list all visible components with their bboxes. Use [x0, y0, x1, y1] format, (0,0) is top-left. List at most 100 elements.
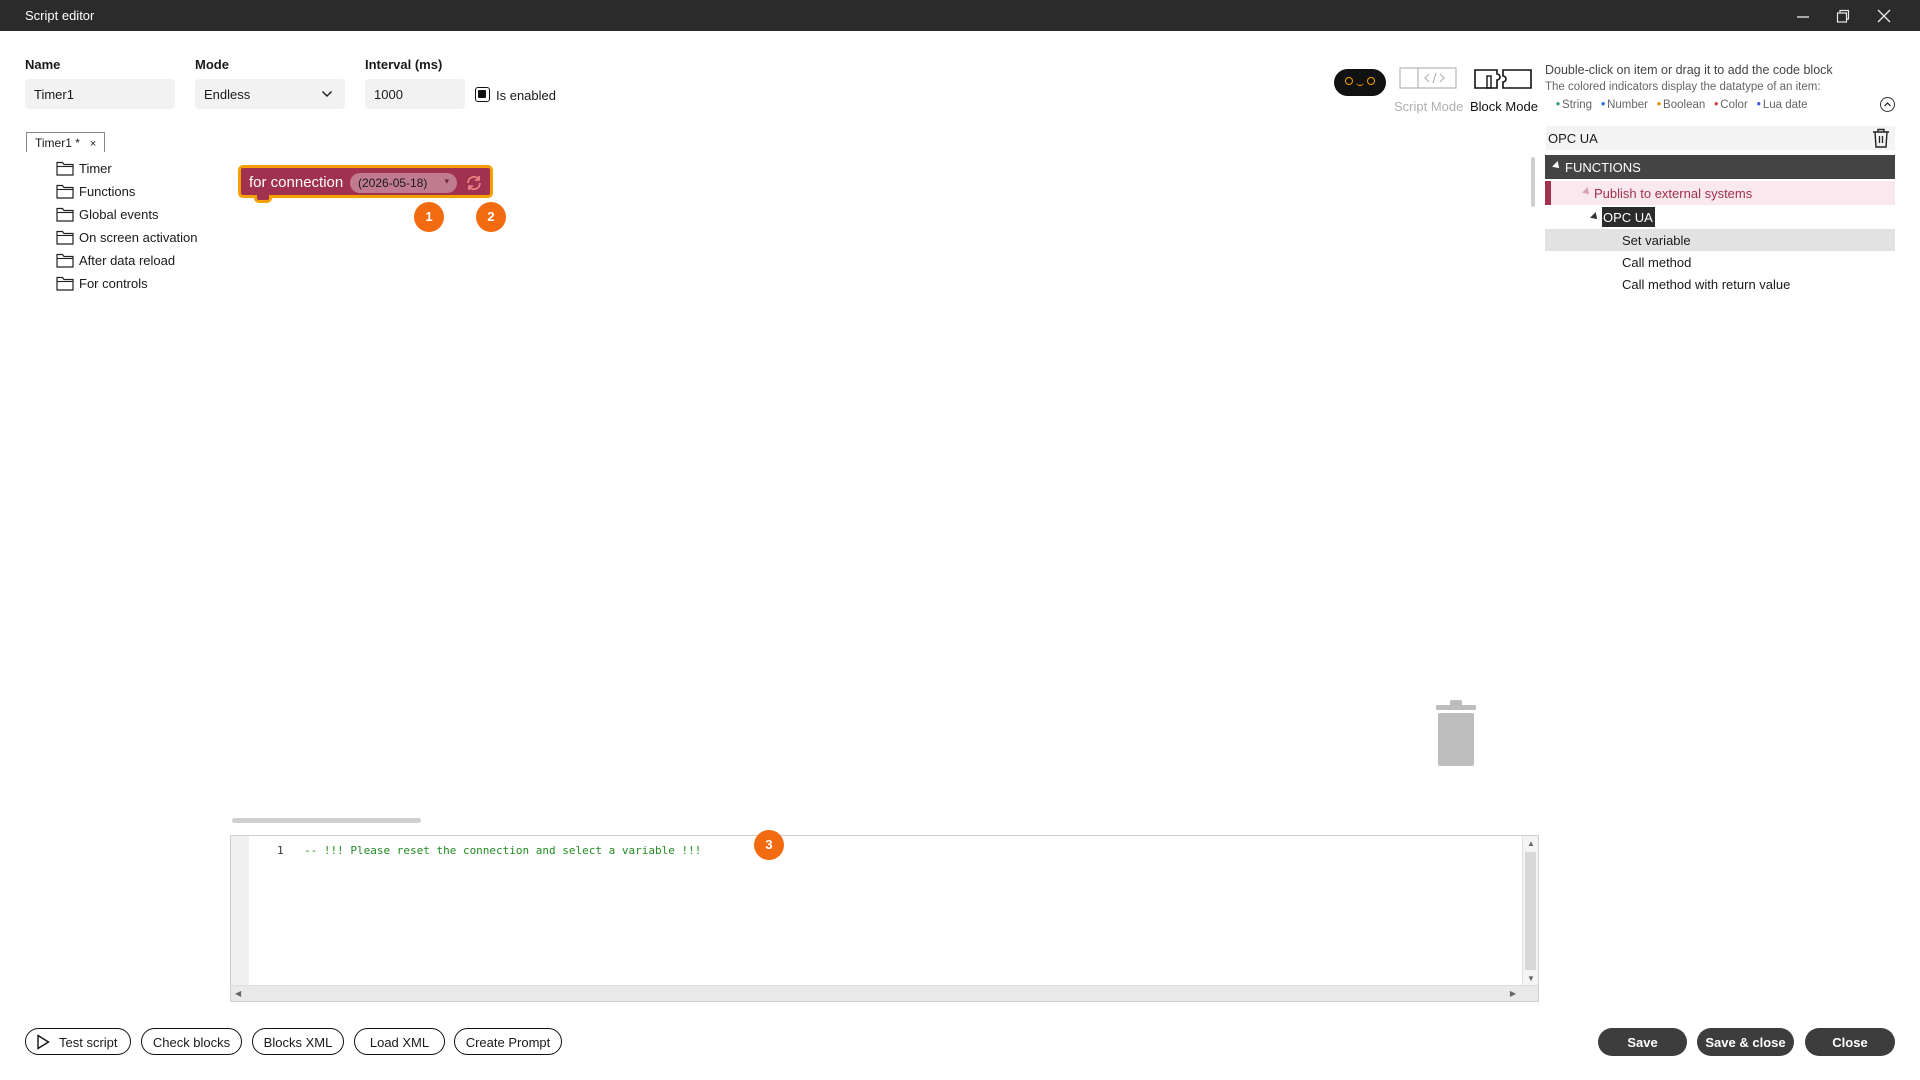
block-label: for connection	[249, 174, 344, 191]
function-item-label: Set variable	[1622, 233, 1691, 248]
scroll-down-arrow-icon[interactable]: ▼	[1527, 974, 1535, 983]
enabled-label: Is enabled	[496, 88, 556, 103]
folder-icon	[56, 207, 74, 222]
hint-text: Double-click on item or drag it to add t…	[1545, 63, 1833, 77]
tree-item-label: Global events	[79, 206, 159, 222]
tree-item-functions[interactable]: Functions	[56, 181, 135, 201]
opc-ua-label: OPC UA	[1603, 210, 1653, 225]
tree-item-timer[interactable]: Timer	[56, 158, 112, 178]
functions-category[interactable]: FUNCTIONS	[1545, 155, 1895, 179]
connection-dropdown[interactable]: (2026-05-18) ▾	[350, 173, 457, 193]
play-icon	[37, 1034, 50, 1050]
workspace-vertical-scrollbar[interactable]	[1531, 157, 1535, 207]
expand-triangle-icon	[1552, 161, 1562, 171]
name-value: Timer1	[34, 87, 74, 102]
scroll-up-arrow-icon[interactable]: ▲	[1527, 839, 1535, 848]
folder-icon	[56, 276, 74, 291]
save-button[interactable]: Save	[1598, 1028, 1687, 1056]
minimize-button[interactable]	[1783, 3, 1823, 29]
function-item-call-method-with-return-value[interactable]: Call method with return value	[1545, 273, 1895, 295]
function-search-value: OPC UA	[1548, 131, 1598, 146]
datatype-label: Color	[1720, 99, 1748, 111]
datatype-label: String	[1562, 99, 1593, 111]
chevron-down-icon	[321, 90, 333, 98]
code-editor[interactable]: 1 -- !!! Please reset the connection and …	[230, 835, 1539, 1002]
folder-icon	[56, 184, 74, 199]
close-button[interactable]: Close	[1805, 1028, 1895, 1056]
block-mode-button[interactable]	[1473, 66, 1535, 98]
interval-field[interactable]: 1000	[365, 79, 465, 109]
datatype-string: • String	[1556, 99, 1592, 111]
editor-vertical-scrollbar[interactable]: ▲ ▼	[1522, 836, 1538, 986]
tree-item-for-controls[interactable]: For controls	[56, 273, 148, 293]
refresh-icon[interactable]	[463, 172, 485, 194]
enabled-checkbox[interactable]	[475, 87, 490, 102]
load-xml-button[interactable]: Load XML	[354, 1028, 445, 1055]
clear-search-trash-icon[interactable]	[1872, 128, 1890, 148]
interval-value: 1000	[374, 87, 403, 102]
datatype-dot-icon: •	[1657, 99, 1662, 111]
block-mode-label: Block Mode	[1470, 99, 1538, 114]
function-item-set-variable[interactable]: Set variable	[1545, 229, 1895, 251]
for-connection-block[interactable]: for connection (2026-05-18) ▾	[238, 165, 493, 198]
datatype-dot-icon: •	[1556, 99, 1561, 111]
save-label: Save	[1627, 1035, 1658, 1050]
mode-label: Mode	[195, 57, 229, 72]
chevron-up-icon	[1884, 102, 1891, 107]
editor-gutter	[231, 836, 249, 986]
save-and-close-button[interactable]: Save & close	[1697, 1028, 1794, 1056]
callout-badge-2: 2	[476, 202, 506, 232]
collapse-button[interactable]	[1880, 97, 1895, 112]
tab-close-icon[interactable]: ×	[90, 138, 96, 150]
restore-button[interactable]	[1823, 3, 1863, 29]
test-script-label: Test script	[59, 1035, 118, 1050]
tree-item-label: After data reload	[79, 252, 176, 268]
create-prompt-button[interactable]: Create Prompt	[454, 1028, 562, 1055]
ai-assistant-toggle[interactable]	[1334, 69, 1386, 96]
blocks-xml-label: Blocks XML	[263, 1035, 333, 1050]
datatype-label: Lua date	[1762, 99, 1808, 111]
scroll-right-arrow-icon[interactable]: ▶	[1510, 989, 1516, 998]
tree-item-on-screen-activation[interactable]: On screen activation	[56, 227, 198, 247]
workspace-horizontal-scrollbar[interactable]	[232, 818, 421, 823]
opc-ua-category[interactable]: OPC UA	[1602, 207, 1655, 227]
script-mode-button[interactable]	[1399, 66, 1461, 98]
datatype-legend: • String • Number • Boolean • Color • Lua date	[1556, 99, 1808, 111]
window-title: Script editor	[25, 8, 95, 23]
close-window-button[interactable]	[1864, 3, 1904, 29]
test-script-button[interactable]: Test script	[25, 1028, 131, 1055]
script-mode-label: Script Mode	[1394, 99, 1464, 114]
tree-item-label: On screen activation	[79, 229, 198, 245]
name-field[interactable]: Timer1	[25, 79, 175, 109]
mode-value: Endless	[204, 87, 251, 102]
script-mode-icon	[1399, 67, 1457, 89]
script-tab[interactable]: Timer1 * ×	[26, 132, 106, 152]
datatype-dot-icon: •	[1756, 99, 1761, 111]
workspace-trash-icon[interactable]	[1435, 700, 1477, 766]
mode-select[interactable]: Endless	[195, 79, 345, 109]
editor-horizontal-scrollbar[interactable]: ◀ ▶	[231, 985, 1538, 1001]
datatype-lua-date: • Lua date	[1757, 99, 1808, 111]
blocks-xml-button[interactable]: Blocks XML	[252, 1028, 344, 1055]
script-tab-label: Timer1 *	[35, 136, 80, 150]
check-blocks-button[interactable]: Check blocks	[141, 1028, 242, 1055]
expand-triangle-icon	[1590, 212, 1600, 222]
callout-badge-3: 3	[754, 830, 784, 860]
tree-item-after-data-reload[interactable]: After data reload	[56, 250, 175, 270]
datatype-dot-icon: •	[1601, 99, 1606, 111]
functions-header-label: FUNCTIONS	[1565, 160, 1641, 175]
function-item-call-method[interactable]: Call method	[1545, 251, 1895, 273]
datatype-boolean: • Boolean	[1657, 99, 1705, 111]
publish-external-category[interactable]: Publish to external systems	[1545, 181, 1895, 205]
tree-item-label: Timer	[79, 160, 112, 176]
scroll-left-arrow-icon[interactable]: ◀	[235, 989, 241, 998]
block-mode-icon	[1474, 69, 1532, 89]
tree-item-global-events[interactable]: Global events	[56, 204, 159, 224]
datatype-number: • Number	[1601, 99, 1648, 111]
editor-scroll-thumb[interactable]	[1525, 852, 1536, 970]
interval-label: Interval (ms)	[365, 57, 443, 72]
function-search-input[interactable]: OPC UA	[1546, 126, 1895, 150]
restore-icon	[1836, 9, 1850, 23]
blocks-workspace[interactable]	[230, 130, 1535, 830]
function-item-label: Call method with return value	[1622, 277, 1791, 292]
